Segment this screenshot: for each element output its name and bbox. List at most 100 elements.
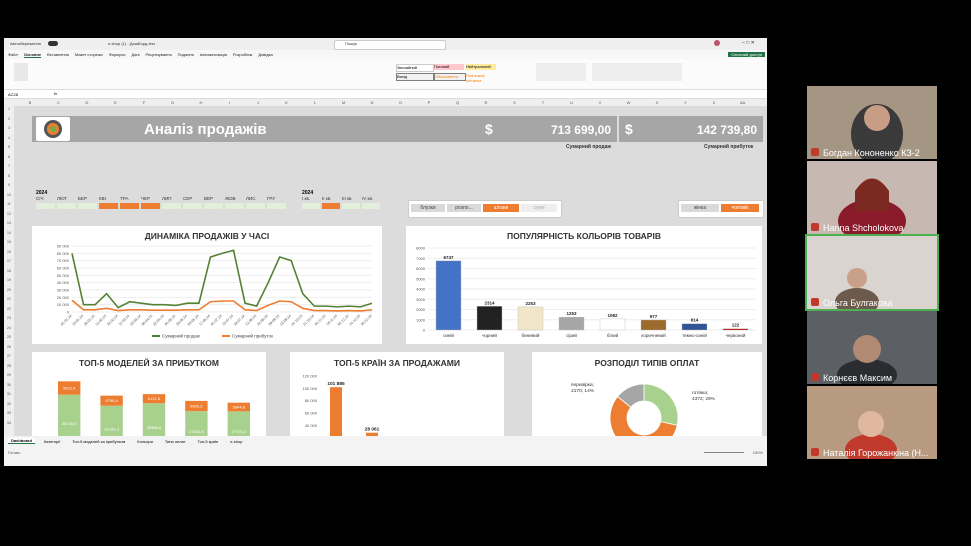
sheet-tab[interactable]: Топ-5 моделей за прибутком <box>69 439 128 444</box>
slicer-pants[interactable]: штани <box>483 204 519 212</box>
row-header[interactable]: 16 <box>5 250 13 254</box>
sheet-tab[interactable]: Типи оплат <box>162 439 189 444</box>
row-header[interactable]: 15 <box>5 240 13 244</box>
row-header[interactable]: 24 <box>5 326 13 330</box>
row-header[interactable]: 4 <box>5 136 13 140</box>
column-header[interactable]: D <box>77 100 97 105</box>
month-bar[interactable] <box>78 203 97 209</box>
paste-icon[interactable] <box>14 63 28 81</box>
style-neutral[interactable]: Нейтральний <box>466 64 496 70</box>
column-header[interactable]: F <box>134 100 154 105</box>
column-header[interactable]: R <box>476 100 496 105</box>
menu-layout[interactable]: Макет сторінки <box>75 52 103 57</box>
row-header[interactable]: 27 <box>5 354 13 358</box>
column-header[interactable]: K <box>277 100 297 105</box>
menu-file[interactable]: Файл <box>8 52 18 57</box>
month-bar[interactable] <box>99 203 118 209</box>
sheet-tab[interactable]: Dashboard <box>8 438 35 444</box>
column-header[interactable]: E <box>106 100 126 105</box>
slicer-blouses[interactable]: блузки <box>411 204 445 212</box>
cells-group[interactable] <box>536 63 586 81</box>
row-header[interactable]: 22 <box>5 307 13 311</box>
menu-formulas[interactable]: Формули <box>109 52 126 57</box>
row-header[interactable]: 28 <box>5 364 13 368</box>
column-header[interactable]: I <box>220 100 240 105</box>
month-bar[interactable] <box>204 203 223 209</box>
month-bar[interactable] <box>162 203 181 209</box>
column-header[interactable]: AA <box>733 100 753 105</box>
row-header[interactable]: 10 <box>5 193 13 197</box>
row-header[interactable]: 3 <box>5 126 13 130</box>
style-linked[interactable]: Пов'язана клітинка <box>466 73 496 83</box>
month-bar[interactable] <box>120 203 139 209</box>
menu-automate[interactable]: Автоматизація <box>200 52 227 57</box>
row-header[interactable]: 1 <box>5 107 13 111</box>
row-header[interactable]: 2 <box>5 117 13 121</box>
row-header[interactable]: 31 <box>5 392 13 396</box>
row-header[interactable]: 5 <box>5 145 13 149</box>
slicer-female[interactable]: жінка <box>681 204 719 212</box>
row-header[interactable]: 17 <box>5 259 13 263</box>
month-bar[interactable] <box>183 203 202 209</box>
sheet-tab[interactable]: Кольори <box>134 439 156 444</box>
editing-group[interactable] <box>592 63 682 81</box>
quarter-bar[interactable] <box>342 203 360 209</box>
row-header[interactable]: 6 <box>5 155 13 159</box>
column-header[interactable]: B <box>20 100 40 105</box>
column-header[interactable]: L <box>305 100 325 105</box>
column-header[interactable]: M <box>334 100 354 105</box>
row-header[interactable]: 7 <box>5 164 13 168</box>
row-header[interactable]: 8 <box>5 174 13 178</box>
row-header[interactable]: 34 <box>5 421 13 425</box>
row-header[interactable]: 32 <box>5 402 13 406</box>
zoom-level[interactable]: 100% <box>753 450 763 455</box>
slicer-male[interactable]: чоловік <box>721 204 759 212</box>
row-header[interactable]: 14 <box>5 231 13 235</box>
row-header[interactable]: 9 <box>5 183 13 187</box>
column-header[interactable]: O <box>391 100 411 105</box>
slicer-dresses[interactable]: сукні <box>521 204 557 212</box>
menu-help[interactable]: Довідка <box>258 52 272 57</box>
column-header[interactable]: Z <box>704 100 724 105</box>
quarter-bar[interactable] <box>302 203 320 209</box>
zoom-slider[interactable] <box>704 452 744 453</box>
sheet-tab[interactable]: Категорії <box>41 439 63 444</box>
column-header[interactable]: Q <box>448 100 468 105</box>
row-header[interactable]: 13 <box>5 221 13 225</box>
month-bar[interactable] <box>225 203 244 209</box>
row-header[interactable]: 21 <box>5 297 13 301</box>
column-header[interactable]: N <box>362 100 382 105</box>
avatar[interactable] <box>714 40 720 46</box>
menu-insert[interactable]: Вставлення <box>47 52 69 57</box>
column-header[interactable]: W <box>619 100 639 105</box>
menu-data[interactable]: Дані <box>132 52 140 57</box>
quarter-bar[interactable] <box>362 203 380 209</box>
month-bar[interactable] <box>57 203 76 209</box>
style-bad[interactable]: Поганий <box>434 64 464 70</box>
style-normal[interactable]: Звичайний <box>396 64 434 72</box>
column-header[interactable]: G <box>163 100 183 105</box>
window-controls-icon[interactable]: – □ ✕ <box>742 40 755 46</box>
row-header[interactable]: 12 <box>5 212 13 216</box>
month-bar[interactable] <box>36 203 55 209</box>
month-bar[interactable] <box>246 203 265 209</box>
column-header[interactable]: C <box>49 100 69 105</box>
row-header[interactable]: 20 <box>5 288 13 292</box>
menu-review[interactable]: Рецензування <box>146 52 172 57</box>
participant-tile-3[interactable]: Ольга Булгакова <box>805 234 939 311</box>
quarter-bar[interactable] <box>322 203 340 209</box>
month-bar[interactable] <box>141 203 160 209</box>
slicer-other[interactable]: розпо... <box>447 204 481 212</box>
sheet-tab[interactable]: e-shop <box>227 439 245 444</box>
search-box[interactable]: Пошук <box>334 40 446 50</box>
column-header[interactable]: X <box>647 100 667 105</box>
column-header[interactable]: Y <box>676 100 696 105</box>
menu-developer[interactable]: Розробник <box>233 52 252 57</box>
style-output[interactable]: Вихід <box>396 73 434 81</box>
column-header[interactable]: U <box>562 100 582 105</box>
participant-tile-2[interactable]: Hanna Shcholokova <box>807 161 937 234</box>
share-button[interactable]: Спільний доступ <box>728 52 765 57</box>
menu-home[interactable]: Основне <box>23 52 42 58</box>
row-header[interactable]: 19 <box>5 278 13 282</box>
column-header[interactable]: H <box>191 100 211 105</box>
